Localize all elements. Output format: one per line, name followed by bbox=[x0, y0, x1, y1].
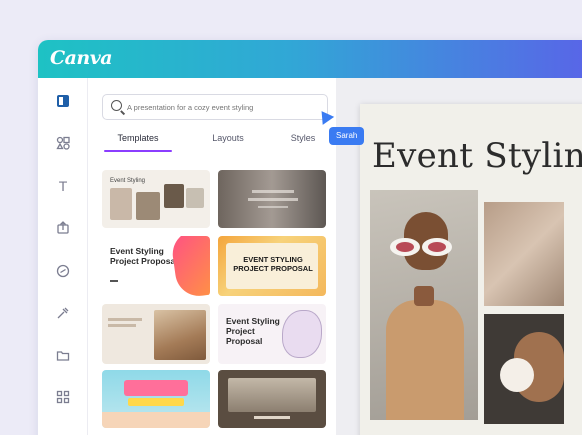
styles-icon[interactable] bbox=[55, 306, 71, 322]
side-rail: T bbox=[38, 78, 88, 435]
template-search[interactable] bbox=[102, 94, 328, 120]
template-title: EVENT STYLING PROJECT PROPOSAL bbox=[233, 255, 313, 273]
template-thumbnail[interactable]: Event Styling bbox=[102, 170, 210, 228]
top-bar: Canva bbox=[38, 40, 582, 78]
template-thumbnail[interactable] bbox=[102, 370, 210, 428]
template-thumbnail[interactable] bbox=[218, 170, 326, 228]
folder-icon[interactable] bbox=[55, 348, 71, 364]
search-icon bbox=[111, 100, 122, 111]
template-thumbnail[interactable] bbox=[102, 304, 210, 364]
tab-styles[interactable]: Styles bbox=[278, 130, 328, 152]
template-thumbnail[interactable]: Event Styling Project Proposal bbox=[102, 236, 210, 296]
uploads-icon[interactable] bbox=[55, 220, 71, 236]
tab-templates[interactable]: Templates bbox=[108, 130, 168, 152]
apps-icon[interactable] bbox=[55, 390, 71, 406]
elements-icon[interactable] bbox=[55, 136, 71, 152]
slide-preview[interactable]: Event Styling bbox=[360, 104, 582, 435]
tab-layouts[interactable]: Layouts bbox=[198, 130, 258, 152]
fabric-photo[interactable] bbox=[484, 202, 564, 306]
template-icon[interactable] bbox=[55, 94, 71, 110]
collaborator-name-badge: Sarah bbox=[329, 127, 365, 145]
template-title: Event Styling Project Proposal bbox=[110, 246, 178, 266]
panel-tabs: Templates Layouts Styles bbox=[102, 130, 328, 154]
flower-portrait-photo[interactable] bbox=[484, 314, 564, 424]
template-title: Event Styling bbox=[110, 178, 146, 184]
portrait-photo[interactable] bbox=[370, 190, 478, 420]
search-input[interactable] bbox=[127, 99, 323, 115]
active-tab-indicator bbox=[104, 150, 172, 152]
draw-icon[interactable] bbox=[55, 264, 71, 280]
canva-logo[interactable]: Canva bbox=[50, 47, 113, 69]
text-icon[interactable]: T bbox=[55, 178, 71, 194]
template-thumbnail[interactable] bbox=[218, 370, 326, 428]
design-canvas[interactable]: Event Styling bbox=[336, 78, 582, 435]
template-title: Event Styling Project Proposal bbox=[226, 316, 280, 346]
canva-app-window: Canva T Templates Lay bbox=[38, 40, 582, 435]
templates-panel: Templates Layouts Styles Event Styling E… bbox=[88, 78, 336, 435]
template-thumbnail[interactable]: EVENT STYLING PROJECT PROPOSAL bbox=[218, 236, 326, 296]
template-thumbnail[interactable]: Event Styling Project Proposal bbox=[218, 304, 326, 364]
slide-title[interactable]: Event Styling bbox=[372, 136, 582, 176]
